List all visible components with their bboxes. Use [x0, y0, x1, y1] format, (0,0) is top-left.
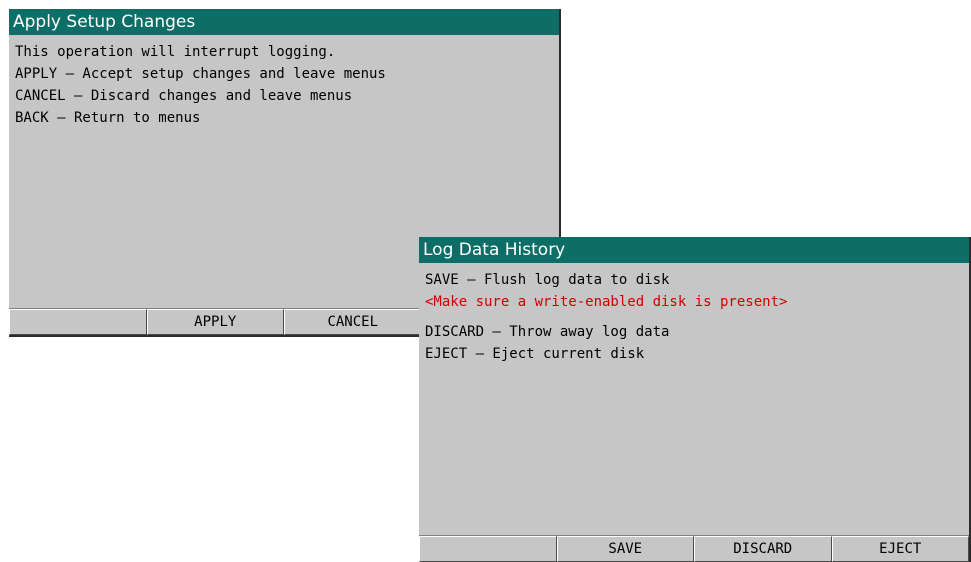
- cancel-button[interactable]: CANCEL: [284, 309, 422, 335]
- softkey-1-blank[interactable]: [419, 536, 557, 562]
- apply-dialog-title: Apply Setup Changes: [9, 9, 559, 35]
- save-button[interactable]: SAVE: [556, 536, 694, 562]
- apply-dialog-body: This operation will interrupt logging. A…: [9, 35, 559, 129]
- save-description: SAVE – Flush log data to disk: [425, 272, 670, 288]
- eject-button[interactable]: EJECT: [831, 536, 969, 562]
- softkey-1-blank[interactable]: [9, 309, 147, 335]
- eject-description: EJECT – Eject current disk: [425, 346, 645, 362]
- log-dialog-title: Log Data History: [419, 237, 969, 263]
- back-description: BACK – Return to menus: [15, 110, 201, 126]
- apply-description: APPLY – Accept setup changes and leave m…: [15, 66, 386, 82]
- log-data-history-dialog: Log Data History SAVE – Flush log data t…: [419, 237, 971, 562]
- apply-button[interactable]: APPLY: [146, 309, 284, 335]
- disk-warning: <Make sure a write-enabled disk is prese…: [425, 294, 788, 310]
- discard-button[interactable]: DISCARD: [694, 536, 832, 562]
- discard-description: DISCARD – Throw away log data: [425, 324, 670, 340]
- interrupt-logging-notice: This operation will interrupt logging.: [15, 44, 336, 60]
- log-dialog-body: SAVE – Flush log data to disk <Make sure…: [419, 263, 969, 365]
- log-dialog-softkey-bar: SAVE DISCARD EJECT: [419, 535, 969, 562]
- cancel-description: CANCEL – Discard changes and leave menus: [15, 88, 353, 104]
